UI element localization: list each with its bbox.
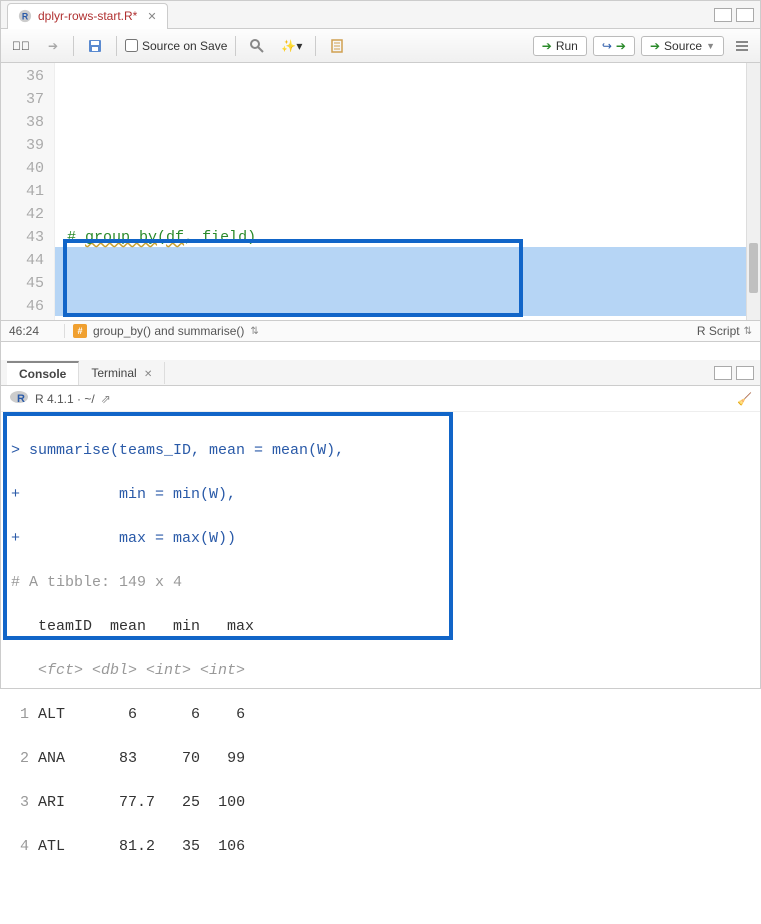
clear-console-icon[interactable]: 🧹 (737, 392, 752, 406)
wand-button[interactable]: ✨▾ (276, 34, 307, 58)
r-logo-icon: R (9, 389, 29, 408)
code-line (67, 295, 760, 318)
notebook-button[interactable] (324, 34, 350, 58)
pane-window-controls (714, 8, 760, 22)
console-tab-bar: Console Terminal ✕ (1, 360, 760, 386)
maximize-pane-icon[interactable] (736, 366, 754, 380)
pane-window-controls (714, 366, 760, 380)
run-label: Run (556, 39, 578, 53)
run-arrow-icon: ➔ (542, 39, 552, 53)
maximize-pane-icon[interactable] (736, 8, 754, 22)
table-types: <fct> <dbl> <int> <int> (11, 660, 750, 682)
find-button[interactable] (244, 34, 270, 58)
forward-button[interactable]: ➔ (41, 34, 65, 58)
editor-status-bar: 46:24 # group_by() and summarise() ⇅ R S… (1, 320, 760, 342)
close-icon[interactable]: ✕ (147, 10, 156, 23)
source-button[interactable]: ➔ Source ▼ (641, 36, 724, 56)
code-line: # group_by(df, field) (67, 226, 760, 249)
cursor-position: 46:24 (1, 324, 65, 338)
source-on-save-checkbox[interactable] (125, 39, 138, 52)
vertical-scrollbar[interactable] (746, 63, 760, 320)
rerun-play-icon: ➔ (616, 39, 626, 53)
table-header: teamID mean min max (11, 616, 750, 638)
console-output[interactable]: > summarise(teams_ID, mean = mean(W), + … (1, 412, 760, 672)
language-label: R Script (697, 324, 740, 338)
file-tab-label: dplyr-rows-start.R* (38, 9, 137, 23)
tab-console-label: Console (19, 367, 66, 381)
language-selector[interactable]: R Script ⇅ (697, 324, 760, 338)
popout-icon[interactable]: ⇗ (101, 392, 111, 406)
table-row: 3 ARI 77.7 25 100 (11, 792, 750, 814)
tibble-header: # A tibble: 149 x 4 (11, 572, 750, 594)
close-icon[interactable]: ✕ (144, 369, 152, 380)
chevron-updown-icon: ⇅ (744, 326, 752, 337)
rerun-arrow-icon: ↪ (602, 39, 612, 53)
file-tab[interactable]: R dplyr-rows-start.R* ✕ (7, 3, 168, 29)
code-editor[interactable]: 36 37 38 39 40 41 42 43 44 45 46 # group… (1, 63, 760, 320)
section-icon: # (73, 324, 87, 338)
editor-tab-bar: R dplyr-rows-start.R* ✕ (1, 1, 760, 29)
scope-label: group_by() and summarise() (93, 324, 244, 338)
table-row: 2 ANA 83 70 99 (11, 748, 750, 770)
console-header: R R 4.1.1 · ~/ ⇗ 🧹 (1, 386, 760, 412)
save-button[interactable] (82, 34, 108, 58)
rerun-button[interactable]: ↪ ➔ (593, 36, 635, 56)
tab-terminal[interactable]: Terminal ✕ (79, 362, 165, 384)
code-line (67, 157, 760, 180)
source-on-save-label: Source on Save (142, 39, 227, 53)
console-version: R 4.1.1 · ~/ (35, 392, 95, 406)
minimize-pane-icon[interactable] (714, 8, 732, 22)
outline-button[interactable] (730, 34, 754, 58)
r-file-icon: R (18, 9, 32, 23)
line-gutter: 36 37 38 39 40 41 42 43 44 45 46 (1, 63, 55, 320)
code-content[interactable]: # group_by(df, field) teams_ID <- group_… (55, 63, 760, 320)
table-row: 4 ATL 81.2 35 106 (11, 836, 750, 858)
scope-indicator[interactable]: # group_by() and summarise() ⇅ (65, 324, 697, 338)
table-row: 1 ALT 6 6 6 (11, 704, 750, 726)
editor-toolbar: �⃝ ➔ Source on Save ✨▾ ➔ Run ↪ ➔ ➔ Sourc… (1, 29, 760, 63)
run-button[interactable]: ➔ Run (533, 36, 587, 56)
svg-text:R: R (17, 393, 25, 405)
source-label: Source (664, 39, 702, 53)
tab-terminal-label: Terminal (91, 366, 136, 380)
chevron-down-icon: ▼ (706, 41, 715, 51)
chevron-updown-icon: ⇅ (250, 326, 258, 337)
source-arrow-icon: ➔ (650, 39, 660, 53)
minimize-pane-icon[interactable] (714, 366, 732, 380)
back-button[interactable]: �⃝ (7, 34, 35, 58)
svg-text:R: R (22, 12, 29, 22)
source-on-save-toggle[interactable]: Source on Save (125, 39, 227, 53)
tab-console[interactable]: Console (7, 361, 79, 385)
